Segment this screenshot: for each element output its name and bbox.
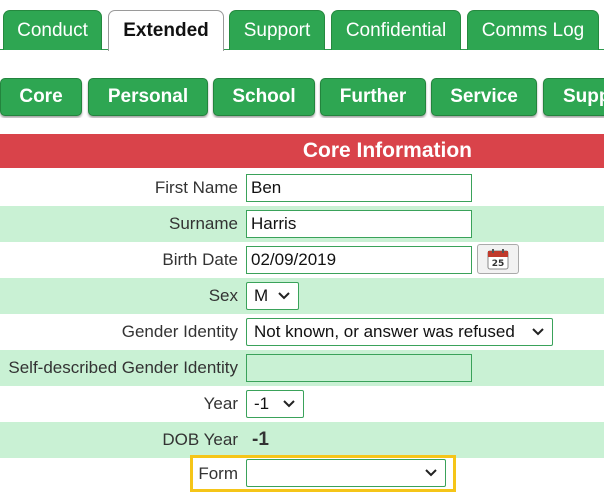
tab-extended[interactable]: Extended [108,10,224,51]
first-name-label: First Name [154,178,238,197]
row-birth-date: Birth Date 02/09/2019 25 [0,242,604,278]
sub-tab-bar: Core Personal School Further Service Sup… [0,78,604,118]
sex-select-value: M [254,286,269,305]
subtab-personal[interactable]: Personal [88,78,208,116]
year-select-value: -1 [254,394,270,413]
row-dob-year: DOB Year -1 [0,422,604,458]
row-first-name: First Name Ben [0,170,604,206]
chevron-down-icon [532,328,544,336]
main-tab-bar: Conduct Extended Support Confidential Co… [0,0,604,51]
subtab-further[interactable]: Further [320,78,426,116]
chevron-down-icon [283,400,295,408]
surname-label: Surname [169,214,238,233]
focus-highlight [190,455,456,492]
section-title: Core Information [302,139,472,162]
year-label: Year [203,394,238,413]
section-header: Core Information [0,134,604,168]
self-described-input[interactable] [246,354,472,382]
calendar-icon: 25 [487,249,509,270]
tab-confidential[interactable]: Confidential [331,10,461,50]
gender-identity-select[interactable]: Not known, or answer was refused [246,318,553,346]
tab-support[interactable]: Support [229,10,325,50]
row-gender-identity: Gender Identity Not known, or answer was… [0,314,604,350]
dob-year-label: DOB Year [162,430,238,449]
row-surname: Surname Harris [0,206,604,242]
dob-year-value: -1 [252,429,269,450]
sex-label: Sex [208,286,238,305]
row-sex: Sex M [0,278,604,314]
self-described-label: Self-described Gender Identity [8,358,238,377]
calendar-day-number: 25 [492,259,505,269]
tab-comms-log[interactable]: Comms Log [467,10,599,50]
row-year: Year -1 [0,386,604,422]
row-self-described: Self-described Gender Identity [0,350,604,386]
subtab-school[interactable]: School [213,78,315,116]
subtab-core[interactable]: Core [0,78,82,116]
gender-identity-label: Gender Identity [121,322,238,341]
subtab-service[interactable]: Service [431,78,537,116]
chevron-down-icon [278,292,290,300]
year-select[interactable]: -1 [246,390,304,418]
subtab-supp[interactable]: Supp [543,78,604,116]
surname-input[interactable]: Harris [246,210,472,238]
gender-identity-select-value: Not known, or answer was refused [254,322,515,341]
tab-conduct[interactable]: Conduct [3,10,102,50]
sex-select[interactable]: M [246,282,299,310]
birth-date-label: Birth Date [162,250,238,269]
birth-date-input[interactable]: 02/09/2019 [246,246,472,274]
calendar-button[interactable]: 25 [477,244,519,274]
first-name-input[interactable]: Ben [246,174,472,202]
